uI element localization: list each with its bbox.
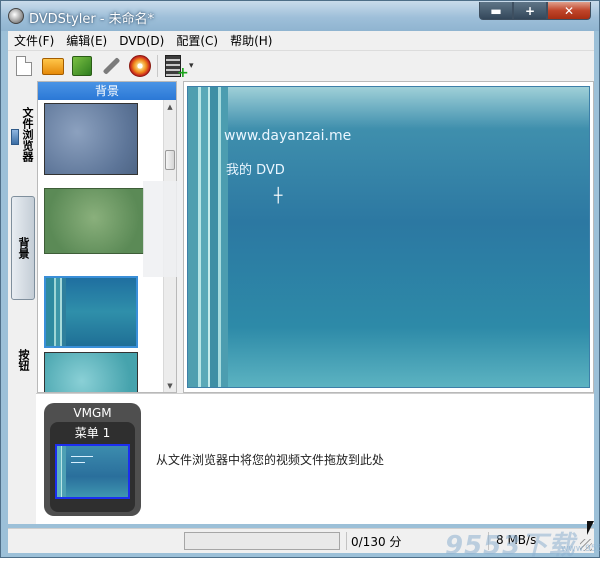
add-file-dropdown-arrow[interactable]: ▾ <box>189 61 194 71</box>
add-file-button[interactable]: + <box>162 53 189 81</box>
tab-buttons[interactable]: 按钮 <box>11 333 35 387</box>
menu-config[interactable]: 配置(C) <box>170 32 224 49</box>
burn-button[interactable] <box>127 53 153 79</box>
menu-text-website[interactable]: www.dayanzai.me <box>224 128 351 144</box>
duration-status: 0/130 分 <box>351 535 402 549</box>
menu-card[interactable]: 菜单 1 <box>50 422 135 512</box>
add-video-icon: + <box>165 55 189 81</box>
settings-wrench-icon <box>101 56 121 76</box>
folder-icon <box>11 128 19 145</box>
window-title: DVDStyler - 未命名* <box>29 12 155 27</box>
open-project-button[interactable] <box>40 53 66 79</box>
vmgm-label: VMGM <box>73 406 112 420</box>
menu-file[interactable]: 文件(F) <box>8 32 60 49</box>
background-panel-header: 背景 <box>38 82 176 100</box>
scroll-up-arrow[interactable]: ▲ <box>164 100 176 113</box>
menu-bar: 文件(F) 编辑(E) DVD(D) 配置(C) 帮助(H) <box>8 31 594 51</box>
menu-text-title[interactable]: 我的 DVD <box>226 159 285 178</box>
side-tab-bar: 文件浏览器 背景 按钮 <box>8 81 36 393</box>
titleset-panel: VMGM 菜单 1 从文件浏览器中将您的视频文件拖放到此处 <box>36 393 594 524</box>
scrollbar-thumb[interactable] <box>165 150 175 170</box>
menu-dvd[interactable]: DVD(D) <box>113 34 170 48</box>
new-file-icon <box>16 56 32 76</box>
minimize-button[interactable]: ▬ <box>479 2 513 20</box>
site-watermark-url: www.9553.com <box>561 544 600 554</box>
tab-backgrounds[interactable]: 背景 <box>11 196 35 300</box>
save-project-button[interactable] <box>69 53 95 79</box>
app-window: DVDStyler - 未命名* ▬ + ✕ 文件(F) 编辑(E) DVD(D… <box>0 0 600 561</box>
settings-button[interactable] <box>98 53 124 79</box>
title-bar[interactable]: DVDStyler - 未命名* ▬ + ✕ <box>1 1 599 31</box>
toolbar-separator <box>157 55 158 77</box>
menu-editor: www.dayanzai.me 我的 DVD ┼ <box>183 81 594 393</box>
maximize-button[interactable]: + <box>513 2 547 20</box>
close-button[interactable]: ✕ <box>547 2 591 20</box>
app-disc-icon <box>8 8 24 24</box>
tab-buttons-label: 按钮 <box>17 349 30 371</box>
scroll-down-arrow[interactable]: ▼ <box>164 379 176 392</box>
background-thumbnail[interactable] <box>44 103 138 175</box>
main-content: 文件浏览器 背景 按钮 背景 ▲ ▼ www.dayanzai.me 我的 DV… <box>8 81 594 524</box>
menu-card-label: 菜单 1 <box>74 426 111 440</box>
background-thumbnail[interactable] <box>44 188 144 254</box>
site-watermark: 9553下载 <box>445 531 576 561</box>
open-folder-icon <box>42 57 64 75</box>
window-controls: ▬ + ✕ <box>479 2 591 20</box>
menu-preview-canvas[interactable]: www.dayanzai.me 我的 DVD ┼ <box>187 86 590 388</box>
tab-backgrounds-label: 背景 <box>17 237 30 259</box>
save-icon <box>72 56 92 76</box>
status-separator <box>346 532 347 550</box>
burn-disc-icon <box>129 55 151 77</box>
drop-hint-text: 从文件浏览器中将您的视频文件拖放到此处 <box>156 453 385 467</box>
toolbar: + ▾ <box>8 51 594 81</box>
menu-edit[interactable]: 编辑(E) <box>60 32 113 49</box>
mouse-pointer-icon <box>587 521 594 535</box>
new-project-button[interactable] <box>11 53 37 79</box>
tab-file-browser[interactable]: 文件浏览器 <box>11 87 35 181</box>
disc-usage-progress <box>184 532 340 550</box>
background-thumbnail[interactable] <box>44 352 138 392</box>
menu-help[interactable]: 帮助(H) <box>224 32 278 49</box>
vmgm-container[interactable]: VMGM 菜单 1 <box>44 403 141 516</box>
tab-file-browser-label: 文件浏览器 <box>21 106 34 162</box>
background-thumbnail-selected[interactable] <box>44 276 138 348</box>
menu-card-thumbnail[interactable] <box>55 444 130 499</box>
text-cursor-icon: ┼ <box>274 188 283 204</box>
